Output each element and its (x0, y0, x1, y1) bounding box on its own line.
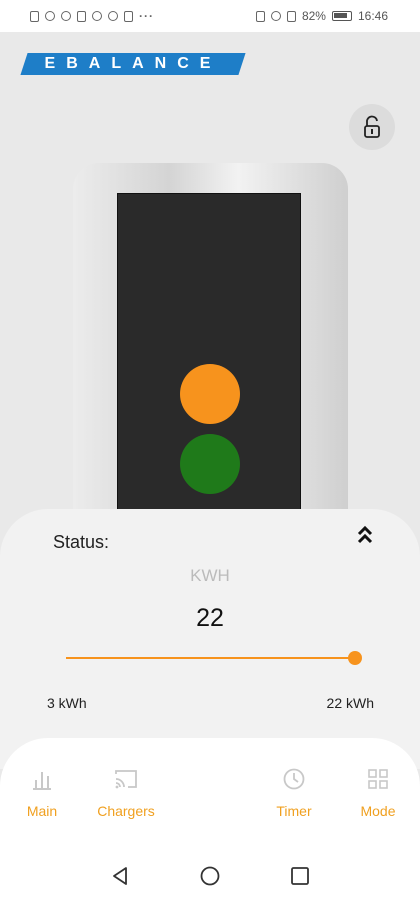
status-label: Status: (53, 532, 110, 552)
bluetooth-icon (61, 11, 71, 21)
clock-icon (283, 768, 305, 790)
nfc-icon (255, 10, 265, 22)
lock-button[interactable] (349, 104, 395, 150)
nav-label-mode: Mode (360, 803, 396, 819)
nav-label-main: Main (26, 803, 58, 819)
expand-chevron-icon[interactable] (355, 524, 375, 546)
unit-label: KWH (190, 566, 230, 585)
nav-label-chargers: Chargers (97, 803, 155, 819)
battery-icon (331, 11, 352, 21)
slider-max-label: 22 kWh (326, 695, 374, 711)
sim-icon (30, 10, 39, 22)
home-icon[interactable] (199, 865, 221, 887)
wifi-icon (45, 11, 55, 21)
nav-item-mode[interactable]: Mode (338, 766, 418, 819)
cast-icon (115, 770, 137, 789)
green-light (180, 434, 240, 494)
sync-icon (108, 11, 118, 21)
bluetooth-icon (270, 11, 281, 21)
mute-icon (286, 10, 296, 22)
logo: EBALANCE (44, 55, 222, 72)
recents-icon[interactable] (289, 865, 311, 887)
slider-min-label: 3 kWh (47, 695, 87, 711)
power-slider[interactable] (66, 650, 362, 666)
more-dots-icon: ··· (139, 9, 154, 23)
app-icon (124, 10, 133, 22)
bar-chart-icon (33, 772, 51, 790)
slider-thumb[interactable] (348, 651, 362, 665)
amber-light (180, 364, 240, 424)
battery-percent: 82% (301, 9, 326, 23)
nav-label-timer: Timer (276, 803, 312, 819)
back-icon[interactable] (109, 865, 131, 887)
status-bar-system: 82% 16:46 (255, 9, 388, 23)
nav-item-timer[interactable]: Timer (254, 766, 334, 819)
clock-time: 16:46 (357, 9, 388, 23)
power-value: 22 (196, 604, 224, 632)
whatsapp-icon (92, 11, 102, 21)
status-bar: ··· 82% 16:46 (0, 0, 420, 32)
slider-track[interactable] (66, 657, 355, 659)
grid-icon (368, 769, 388, 789)
unlock-icon (364, 115, 380, 138)
status-bar-notifications: ··· (30, 9, 154, 23)
nav-item-main[interactable]: Main (2, 766, 82, 819)
usb-icon (77, 10, 86, 22)
nav-item-chargers[interactable]: Chargers (86, 766, 166, 819)
